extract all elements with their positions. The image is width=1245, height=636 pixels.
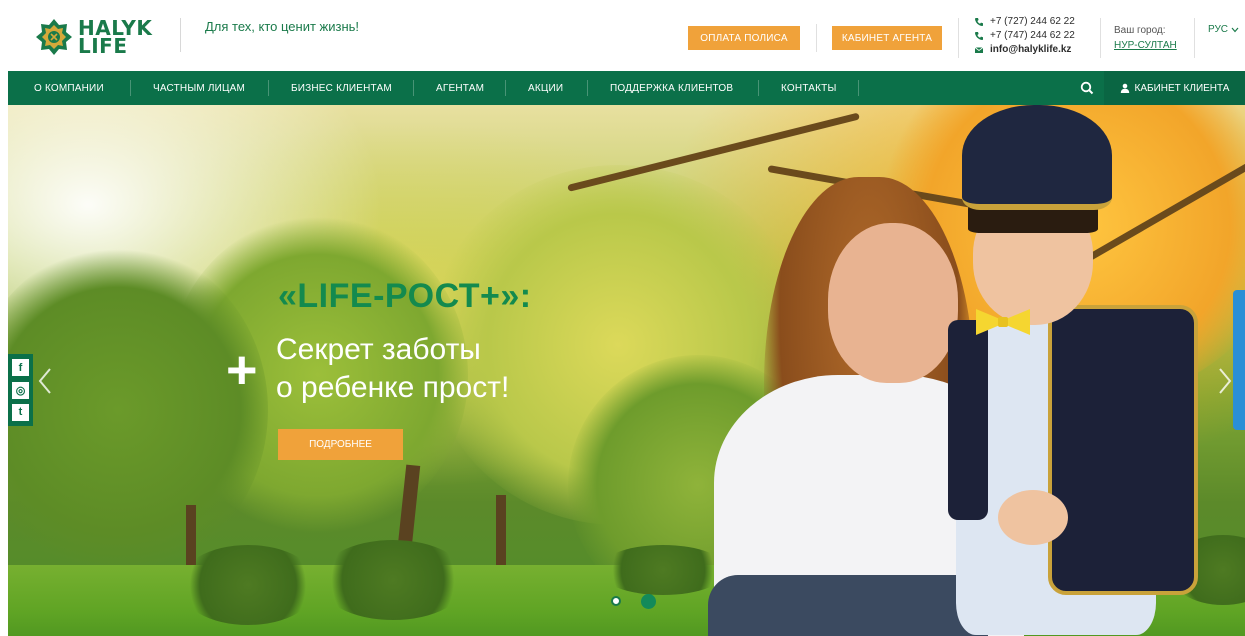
instagram-icon[interactable]: ◎ (12, 381, 29, 399)
hero-image-bush (318, 540, 468, 620)
header-divider (958, 18, 959, 58)
hero-subtitle-line2: о ребенке прост! (276, 371, 510, 404)
client-cabinet-label: Кабинет клиента (1134, 82, 1230, 94)
nav-divider (130, 80, 131, 96)
hero-image-woman-jeans (708, 575, 988, 636)
callback-side-tab[interactable] (1233, 290, 1245, 430)
slogan: Для тех, кто ценит жизнь! (205, 19, 360, 34)
chevron-down-icon (1231, 27, 1239, 32)
nav-item-business[interactable]: Бизнес клиентам (291, 71, 392, 105)
contact-phone-2[interactable]: +7 (747) 244 62 22 (974, 29, 1075, 43)
hero-title: «LIFE-РОСТ+»: (278, 277, 532, 315)
nav-item-promotions[interactable]: Акции (528, 71, 563, 105)
nav-divider (268, 80, 269, 96)
nav-divider (505, 80, 506, 96)
logo-emblem-icon (36, 19, 72, 55)
nav-divider (758, 80, 759, 96)
language-selector[interactable]: РУС (1208, 24, 1239, 35)
client-cabinet-button[interactable]: Кабинет клиента (1104, 71, 1245, 105)
phone-1-text: +7 (727) 244 62 22 (990, 16, 1075, 27)
user-icon (1120, 83, 1129, 93)
agent-cabinet-button[interactable]: Кабинет агента (832, 26, 942, 50)
hero-plus-sign: + (226, 340, 258, 400)
hero-subtitle-line1: Секрет заботы (276, 333, 481, 366)
mail-icon (974, 47, 984, 53)
hero-image-woman-face (828, 223, 958, 383)
contact-phone-1[interactable]: +7 (727) 244 62 22 (974, 15, 1075, 29)
nav-item-agents[interactable]: Агентам (436, 71, 484, 105)
header-divider (1194, 18, 1195, 58)
email-text: info@halyklife.kz (990, 44, 1072, 55)
nav-divider (413, 80, 414, 96)
city-label: Ваш город: (1114, 25, 1166, 36)
slider-prev-arrow-icon[interactable] (36, 366, 54, 396)
search-icon (1080, 81, 1094, 95)
hero-image-bowtie (976, 309, 1030, 335)
twitter-icon[interactable]: t (12, 403, 29, 421)
slider-next-arrow-icon[interactable] (1216, 366, 1234, 396)
header-divider (816, 24, 817, 52)
logo-text-line2: LIFE (78, 34, 128, 58)
page: HALYK LIFE Для тех, кто ценит жизнь! Опл… (0, 0, 1245, 636)
city-selector[interactable]: Ваш город: НУР-СУЛТАН (1114, 23, 1177, 53)
hero-image-trunk (496, 495, 506, 575)
hero-image-bush (178, 545, 318, 625)
contacts-block: +7 (727) 244 62 22 +7 (747) 244 62 22 in… (974, 15, 1075, 57)
logo-text: HALYK LIFE (78, 18, 152, 58)
phone-icon (975, 32, 983, 40)
nav-item-contacts[interactable]: Контакты (781, 71, 837, 105)
hero-image-boy-vest (948, 320, 988, 520)
slider-dot-1[interactable] (611, 596, 621, 606)
hero-image-boy-vest (1048, 305, 1198, 595)
language-label: РУС (1208, 24, 1229, 35)
hero-slider: «LIFE-РОСТ+»: + Секрет заботы о ребенке … (8, 105, 1245, 636)
social-bar: f ◎ t (8, 354, 33, 426)
nav-item-about[interactable]: О компании (34, 71, 104, 105)
header-divider (1100, 18, 1101, 58)
hero-image-boy-hand (998, 490, 1068, 545)
search-button[interactable] (1070, 71, 1104, 105)
slider-dot-2[interactable] (641, 594, 656, 609)
pay-policy-button[interactable]: Оплата полиса (688, 26, 800, 50)
hero-image-bush (598, 545, 728, 595)
nav-item-support[interactable]: Поддержка клиентов (610, 71, 733, 105)
nav-divider (858, 80, 859, 96)
phone-2-text: +7 (747) 244 62 22 (990, 30, 1075, 41)
facebook-icon[interactable]: f (12, 359, 29, 377)
top-header: HALYK LIFE Для тех, кто ценит жизнь! Опл… (0, 0, 1245, 70)
nav-divider (587, 80, 588, 96)
halyk-life-logo[interactable]: HALYK LIFE (34, 14, 164, 60)
contact-email[interactable]: info@halyklife.kz (974, 43, 1075, 57)
nav-item-individuals[interactable]: Частным лицам (153, 71, 245, 105)
city-value[interactable]: НУР-СУЛТАН (1114, 38, 1177, 53)
main-nav: О компании Частным лицам Бизнес клиентам… (8, 71, 1245, 105)
hero-image-boy-hat (962, 105, 1112, 210)
phone-icon (975, 18, 983, 26)
hero-more-button[interactable]: Подробнее (278, 429, 403, 460)
header-divider (180, 18, 181, 52)
